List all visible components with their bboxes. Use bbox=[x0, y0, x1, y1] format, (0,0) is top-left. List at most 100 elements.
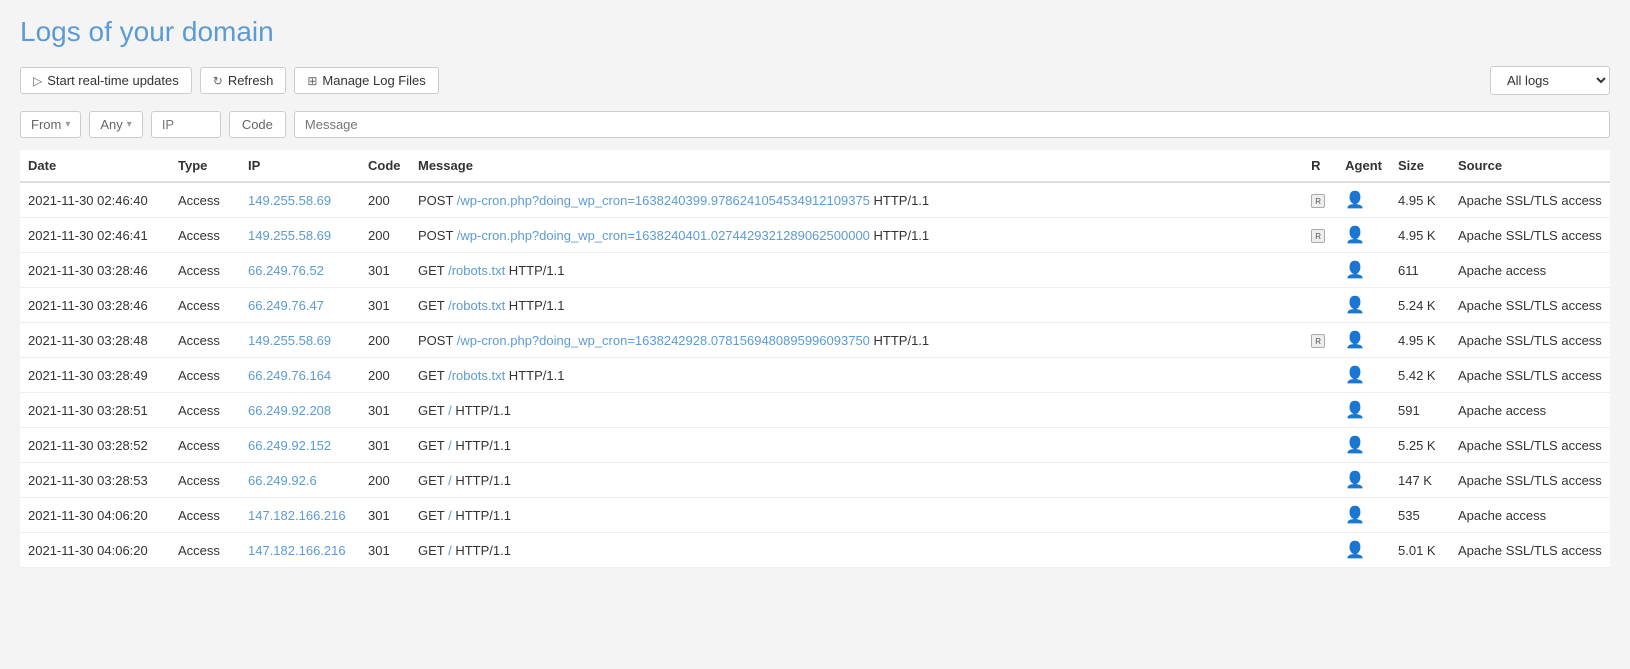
cell-ip[interactable]: 66.249.92.208 bbox=[240, 393, 360, 428]
cell-type: Access bbox=[170, 182, 240, 218]
cell-date: 2021-11-30 03:28:46 bbox=[20, 253, 170, 288]
cell-ip[interactable]: 66.249.76.47 bbox=[240, 288, 360, 323]
cell-source: Apache access bbox=[1450, 498, 1610, 533]
cell-message: POST /wp-cron.php?doing_wp_cron=16382429… bbox=[410, 323, 1303, 358]
play-icon: ▷ bbox=[33, 74, 42, 88]
cell-type: Access bbox=[170, 498, 240, 533]
cell-type: Access bbox=[170, 218, 240, 253]
cell-date: 2021-11-30 04:06:20 bbox=[20, 533, 170, 568]
log-table: Date Type IP Code Message R Agent Size S… bbox=[20, 150, 1610, 568]
cell-code: 301 bbox=[360, 498, 410, 533]
all-logs-dropdown[interactable]: All logs bbox=[1490, 66, 1610, 95]
col-header-agent: Agent bbox=[1337, 150, 1390, 182]
cell-message: GET / HTTP/1.1 bbox=[410, 498, 1303, 533]
human-agent-icon: 👤 bbox=[1345, 190, 1365, 210]
col-header-code: Code bbox=[360, 150, 410, 182]
cell-ip[interactable]: 66.249.92.152 bbox=[240, 428, 360, 463]
any-filter[interactable]: Any ▾ bbox=[89, 111, 142, 138]
cell-agent: 👤 bbox=[1337, 358, 1390, 393]
cell-source: Apache SSL/TLS access bbox=[1450, 533, 1610, 568]
col-header-date: Date bbox=[20, 150, 170, 182]
col-header-r: R bbox=[1303, 150, 1337, 182]
bot-agent-icon: 👤 bbox=[1345, 540, 1365, 560]
cell-type: Access bbox=[170, 428, 240, 463]
cell-ip[interactable]: 149.255.58.69 bbox=[240, 182, 360, 218]
cell-source: Apache SSL/TLS access bbox=[1450, 323, 1610, 358]
table-row: 2021-11-30 03:28:48Access149.255.58.6920… bbox=[20, 323, 1610, 358]
bot-agent-icon: 👤 bbox=[1345, 365, 1365, 385]
cell-code: 200 bbox=[360, 358, 410, 393]
cell-size: 4.95 K bbox=[1390, 182, 1450, 218]
ip-filter[interactable] bbox=[151, 111, 221, 138]
cell-source: Apache SSL/TLS access bbox=[1450, 428, 1610, 463]
cell-agent: 👤 bbox=[1337, 533, 1390, 568]
col-header-type: Type bbox=[170, 150, 240, 182]
cell-agent: 👤 bbox=[1337, 182, 1390, 218]
cell-date: 2021-11-30 03:28:48 bbox=[20, 323, 170, 358]
cell-ip[interactable]: 66.249.76.164 bbox=[240, 358, 360, 393]
bot-agent-icon: 👤 bbox=[1345, 505, 1365, 525]
table-row: 2021-11-30 03:28:53Access66.249.92.6200G… bbox=[20, 463, 1610, 498]
table-icon: ⊞ bbox=[307, 74, 317, 88]
cell-ip[interactable]: 149.255.58.69 bbox=[240, 218, 360, 253]
chevron-down-icon: ▾ bbox=[127, 119, 132, 130]
cell-message: GET /robots.txt HTTP/1.1 bbox=[410, 358, 1303, 393]
cell-size: 535 bbox=[1390, 498, 1450, 533]
col-header-size: Size bbox=[1390, 150, 1450, 182]
message-filter[interactable] bbox=[294, 111, 1610, 138]
cell-type: Access bbox=[170, 358, 240, 393]
cell-size: 5.01 K bbox=[1390, 533, 1450, 568]
start-realtime-button[interactable]: ▷ Start real-time updates bbox=[20, 67, 192, 94]
table-row: 2021-11-30 03:28:46Access66.249.76.52301… bbox=[20, 253, 1610, 288]
human-agent-icon: 👤 bbox=[1345, 330, 1365, 350]
cell-source: Apache SSL/TLS access bbox=[1450, 218, 1610, 253]
cell-size: 4.95 K bbox=[1390, 323, 1450, 358]
cell-ip[interactable]: 66.249.76.52 bbox=[240, 253, 360, 288]
cell-agent: 👤 bbox=[1337, 428, 1390, 463]
toolbar: ▷ Start real-time updates ↻ Refresh ⊞ Ma… bbox=[20, 66, 1610, 95]
robot-icon: R bbox=[1311, 194, 1325, 208]
cell-message: GET /robots.txt HTTP/1.1 bbox=[410, 253, 1303, 288]
bot-agent-icon: 👤 bbox=[1345, 295, 1365, 315]
page-wrapper: Logs of your domain ▷ Start real-time up… bbox=[0, 0, 1630, 669]
cell-robot bbox=[1303, 288, 1337, 323]
cell-robot bbox=[1303, 498, 1337, 533]
cell-ip[interactable]: 147.182.166.216 bbox=[240, 533, 360, 568]
cell-robot bbox=[1303, 463, 1337, 498]
manage-logs-button[interactable]: ⊞ Manage Log Files bbox=[294, 67, 438, 94]
cell-code: 301 bbox=[360, 253, 410, 288]
cell-agent: 👤 bbox=[1337, 323, 1390, 358]
page-title: Logs of your domain bbox=[20, 16, 1610, 48]
cell-agent: 👤 bbox=[1337, 288, 1390, 323]
cell-robot bbox=[1303, 533, 1337, 568]
table-row: 2021-11-30 03:28:51Access66.249.92.20830… bbox=[20, 393, 1610, 428]
cell-type: Access bbox=[170, 463, 240, 498]
cell-type: Access bbox=[170, 393, 240, 428]
cell-ip[interactable]: 66.249.92.6 bbox=[240, 463, 360, 498]
cell-size: 4.95 K bbox=[1390, 218, 1450, 253]
table-header-row: Date Type IP Code Message R Agent Size S… bbox=[20, 150, 1610, 182]
cell-source: Apache SSL/TLS access bbox=[1450, 288, 1610, 323]
refresh-icon: ↻ bbox=[213, 74, 223, 88]
robot-icon: R bbox=[1311, 229, 1325, 243]
cell-code: 200 bbox=[360, 218, 410, 253]
cell-robot: R bbox=[1303, 323, 1337, 358]
table-row: 2021-11-30 04:06:20Access147.182.166.216… bbox=[20, 533, 1610, 568]
cell-message: GET /robots.txt HTTP/1.1 bbox=[410, 288, 1303, 323]
from-filter[interactable]: From ▾ bbox=[20, 111, 81, 138]
table-row: 2021-11-30 02:46:41Access149.255.58.6920… bbox=[20, 218, 1610, 253]
cell-message: GET / HTTP/1.1 bbox=[410, 393, 1303, 428]
cell-ip[interactable]: 147.182.166.216 bbox=[240, 498, 360, 533]
cell-ip[interactable]: 149.255.58.69 bbox=[240, 323, 360, 358]
refresh-button[interactable]: ↻ Refresh bbox=[200, 67, 287, 94]
cell-code: 200 bbox=[360, 463, 410, 498]
bot-agent-icon: 👤 bbox=[1345, 435, 1365, 455]
cell-size: 591 bbox=[1390, 393, 1450, 428]
cell-type: Access bbox=[170, 288, 240, 323]
cell-agent: 👤 bbox=[1337, 463, 1390, 498]
col-header-ip: IP bbox=[240, 150, 360, 182]
log-type-select[interactable]: All logs bbox=[1490, 66, 1610, 95]
cell-robot bbox=[1303, 393, 1337, 428]
cell-code: 200 bbox=[360, 323, 410, 358]
code-filter-button[interactable]: Code bbox=[229, 111, 286, 138]
